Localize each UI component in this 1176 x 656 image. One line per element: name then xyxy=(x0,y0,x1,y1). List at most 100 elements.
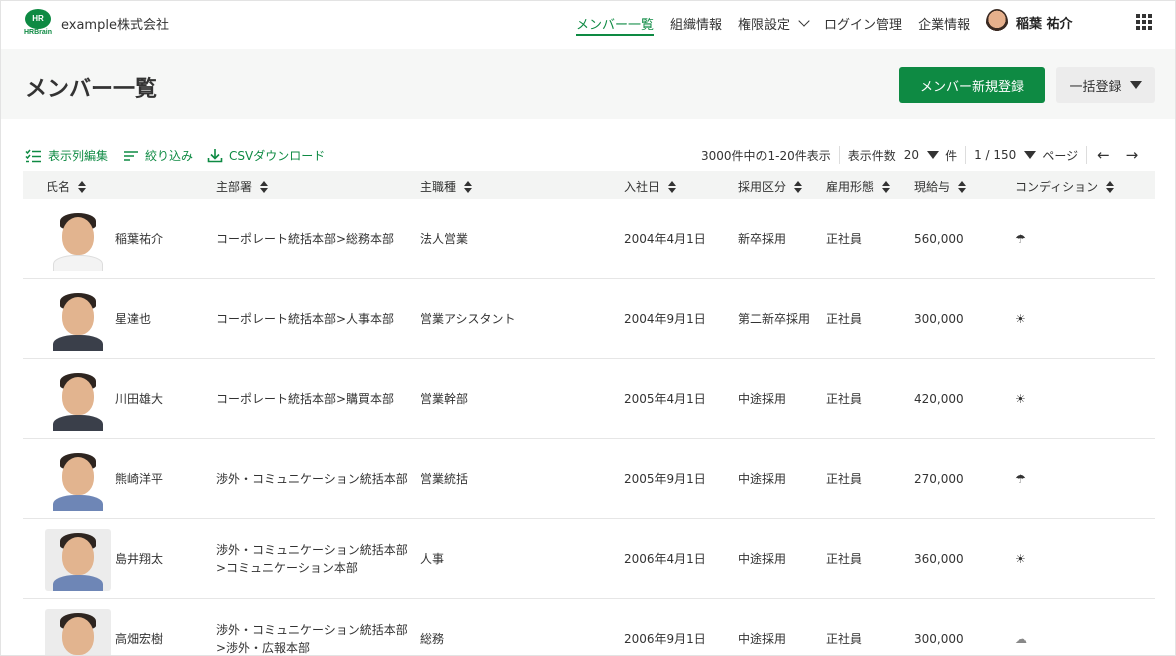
table-row[interactable]: 星達也 コーポレート統括本部>人事本部 営業アシスタント 2004年9月1日 第… xyxy=(23,279,1155,359)
chevron-down-icon xyxy=(798,14,810,27)
next-page-icon[interactable]: → xyxy=(1126,146,1139,164)
user-menu[interactable]: 稲葉 祐介 xyxy=(986,9,1073,35)
member-name[interactable]: 稲葉祐介 xyxy=(115,199,163,279)
member-joined-date: 2005年9月1日 xyxy=(624,472,706,486)
column-list-icon xyxy=(25,149,41,162)
member-department: 渉外・コミュニケーション統括本部>渉外・広報本部 xyxy=(216,623,408,655)
per-page-select[interactable]: 20 xyxy=(904,148,919,162)
divider xyxy=(965,146,967,164)
nav-login-management[interactable]: ログイン管理 xyxy=(824,7,902,39)
sun-icon: ☀ xyxy=(1015,312,1026,326)
filter-button[interactable]: 絞り込み xyxy=(123,147,193,164)
bulk-register-label: 一括登録 xyxy=(1069,79,1122,95)
table-row[interactable]: 島井翔太 渉外・コミュニケーション統括本部>コミュニケーション本部 人事 200… xyxy=(23,519,1155,599)
user-name: 稲葉 祐介 xyxy=(1016,16,1073,32)
brand[interactable]: HR HRBrain example株式会社 xyxy=(21,9,169,39)
member-name[interactable]: 熊崎洋平 xyxy=(115,439,163,519)
member-salary: 270,000 xyxy=(914,472,964,486)
member-name[interactable]: 川田雄大 xyxy=(115,359,163,439)
page-header: メンバー一覧 メンバー新規登録 一括登録 xyxy=(1,49,1175,119)
nav-organization[interactable]: 組織情報 xyxy=(670,7,722,39)
prev-page-icon[interactable]: ← xyxy=(1097,146,1110,164)
edit-columns-label: 表示列編集 xyxy=(48,149,109,163)
member-name[interactable]: 高畑宏樹 xyxy=(115,599,163,655)
member-name[interactable]: 島井翔太 xyxy=(115,519,163,599)
member-hire-type: 中途採用 xyxy=(738,392,787,406)
column-header-hire-type[interactable]: 採用区分 xyxy=(738,178,803,195)
table-header: 氏名 主部署 主職種 入社日 採用区分 雇用形態 現給与 コンディション xyxy=(23,171,1155,199)
table-row[interactable]: 稲葉祐介 コーポレート統括本部>総務本部 法人営業 2004年4月1日 新卒採用… xyxy=(23,199,1155,279)
member-job: 総務 xyxy=(420,632,445,646)
member-employment: 正社員 xyxy=(826,232,863,246)
column-label: 雇用形態 xyxy=(826,180,875,194)
member-salary: 420,000 xyxy=(914,392,964,406)
result-summary: 3000件中の1-20件表示 xyxy=(701,148,831,163)
column-label: 主部署 xyxy=(216,180,253,194)
sun-icon: ☀ xyxy=(1015,392,1026,406)
bulk-register-button[interactable]: 一括登録 xyxy=(1056,67,1155,103)
member-department: コーポレート統括本部>購買本部 xyxy=(216,392,395,406)
nav-permissions-label: 権限設定 xyxy=(738,17,791,33)
sort-icon xyxy=(668,180,677,193)
nav-member-list[interactable]: メンバー一覧 xyxy=(576,12,655,36)
sort-icon xyxy=(958,180,967,193)
column-header-joined[interactable]: 入社日 xyxy=(624,178,677,195)
page-unit: ページ xyxy=(1042,148,1079,163)
member-joined-date: 2006年4月1日 xyxy=(624,552,706,566)
app-grid-icon[interactable] xyxy=(1136,14,1152,30)
divider xyxy=(838,146,840,164)
column-label: コンディション xyxy=(1015,180,1099,194)
column-label: 現給与 xyxy=(914,180,951,194)
filter-label: 絞り込み xyxy=(145,149,194,163)
new-member-button[interactable]: メンバー新規登録 xyxy=(899,67,1045,103)
column-label: 採用区分 xyxy=(738,180,787,194)
member-joined-date: 2006年9月1日 xyxy=(624,632,706,646)
table-row[interactable]: 熊崎洋平 渉外・コミュニケーション統括本部 営業統括 2005年9月1日 中途採… xyxy=(23,439,1155,519)
member-salary: 360,000 xyxy=(914,552,964,566)
caret-down-icon[interactable] xyxy=(927,151,940,159)
column-header-employment[interactable]: 雇用形態 xyxy=(826,178,891,195)
column-label: 入社日 xyxy=(624,180,661,194)
table-row[interactable]: 高畑宏樹 渉外・コミュニケーション統括本部>渉外・広報本部 総務 2006年9月… xyxy=(23,599,1155,655)
umbrella-icon: ☂ xyxy=(1015,472,1026,486)
member-hire-type: 中途採用 xyxy=(738,632,787,646)
member-job: 営業幹部 xyxy=(420,392,469,406)
column-header-condition[interactable]: コンディション xyxy=(1015,178,1115,195)
column-header-job[interactable]: 主職種 xyxy=(420,178,473,195)
member-job: 法人営業 xyxy=(420,232,469,246)
sun-icon: ☀ xyxy=(1015,552,1026,566)
top-navigation: HR HRBrain example株式会社 メンバー一覧 組織情報 権限設定 … xyxy=(1,1,1175,49)
member-employment: 正社員 xyxy=(826,632,863,646)
column-header-salary[interactable]: 現給与 xyxy=(914,178,967,195)
member-photo xyxy=(45,369,111,431)
download-icon xyxy=(207,149,223,163)
caret-down-icon[interactable] xyxy=(1024,151,1037,159)
member-salary: 560,000 xyxy=(914,232,964,246)
member-hire-type: 中途採用 xyxy=(738,552,787,566)
nav-company-info[interactable]: 企業情報 xyxy=(918,7,970,39)
member-salary: 300,000 xyxy=(914,632,964,646)
company-name: example株式会社 xyxy=(61,17,169,33)
table-row[interactable]: 川田雄大 コーポレート統括本部>購買本部 営業幹部 2005年4月1日 中途採用… xyxy=(23,359,1155,439)
sort-icon xyxy=(260,180,269,193)
column-header-name[interactable]: 氏名 xyxy=(46,178,87,195)
csv-download-label: CSVダウンロード xyxy=(229,149,326,163)
page-title: メンバー一覧 xyxy=(25,77,158,102)
umbrella-icon: ☂ xyxy=(1015,232,1026,246)
sort-icon xyxy=(78,180,87,193)
member-employment: 正社員 xyxy=(826,312,863,326)
member-hire-type: 中途採用 xyxy=(738,472,787,486)
hrbrain-logo: HR HRBrain xyxy=(21,9,55,39)
column-label: 主職種 xyxy=(420,180,457,194)
cloud-icon: ☁ xyxy=(1015,632,1027,646)
edit-columns-button[interactable]: 表示列編集 xyxy=(25,147,108,164)
page-select[interactable]: 1 / 150 xyxy=(974,148,1016,162)
nav-permissions[interactable]: 権限設定 xyxy=(738,7,810,39)
app-window: HR HRBrain example株式会社 メンバー一覧 組織情報 権限設定 … xyxy=(0,0,1176,656)
column-label: 氏名 xyxy=(46,180,71,194)
column-header-department[interactable]: 主部署 xyxy=(216,178,269,195)
table-body: 稲葉祐介 コーポレート統括本部>総務本部 法人営業 2004年4月1日 新卒採用… xyxy=(23,199,1155,655)
member-name[interactable]: 星達也 xyxy=(115,279,151,359)
member-hire-type: 新卒採用 xyxy=(738,232,787,246)
csv-download-button[interactable]: CSVダウンロード xyxy=(207,147,325,164)
